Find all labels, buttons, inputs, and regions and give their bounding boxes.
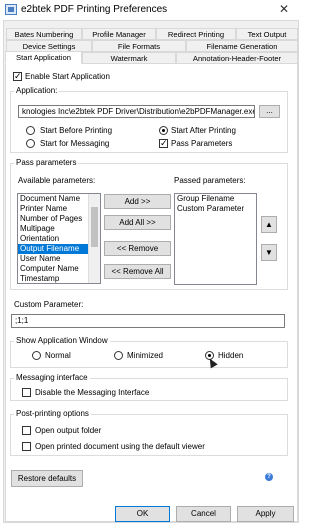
passed-parameters-list[interactable]: Group Filename Custom Parameter xyxy=(174,193,257,285)
custom-parameter-input[interactable]: ;1;1 xyxy=(11,314,285,328)
start-for-messaging-radio[interactable] xyxy=(26,139,35,148)
application-group-label: Application: xyxy=(14,86,60,95)
window-title: e2btek PDF Printing Preferences xyxy=(21,4,168,15)
pass-parameters-group-label: Pass parameters xyxy=(14,158,79,167)
remove-all-button[interactable]: << Remove All xyxy=(104,264,171,279)
minimized-label: Minimized xyxy=(127,351,164,360)
move-down-button[interactable]: ▼ xyxy=(261,244,277,261)
pass-parameters-checkbox[interactable] xyxy=(159,138,168,148)
list-item[interactable]: Group Filename xyxy=(175,194,256,204)
move-up-button[interactable]: ▲ xyxy=(261,216,277,233)
open-output-folder-label: Open output folder xyxy=(35,426,102,435)
messaging-group-label: Messaging interface xyxy=(14,373,90,382)
open-printed-document-label: Open printed document using the default … xyxy=(35,442,205,451)
tab-bates-numbering[interactable]: Bates Numbering xyxy=(6,28,82,40)
tab-start-application[interactable]: Start Application xyxy=(5,51,82,64)
custom-parameter-label: Custom Parameter: xyxy=(14,300,84,309)
available-list-scrollbar[interactable] xyxy=(88,194,100,283)
tab-filename-generation[interactable]: Filename Generation xyxy=(186,40,298,52)
open-output-folder-checkbox[interactable] xyxy=(22,426,31,435)
title-bar: e2btek PDF Printing Preferences ✕ xyxy=(0,0,302,20)
tab-profile-manager[interactable]: Profile Manager xyxy=(82,28,156,40)
passed-parameters-label: Passed parameters: xyxy=(174,176,246,185)
start-after-printing-radio[interactable] xyxy=(159,126,168,135)
scrollbar-thumb[interactable] xyxy=(91,207,98,247)
enable-start-application-checkbox[interactable] xyxy=(13,71,22,81)
start-for-messaging-label: Start for Messaging xyxy=(40,139,110,148)
application-path-input[interactable]: knologies Inc\e2btek PDF Driver\Distribu… xyxy=(18,105,255,118)
ok-button[interactable]: OK xyxy=(115,506,170,522)
list-item[interactable]: Custom Parameter xyxy=(175,204,256,214)
minimized-radio[interactable] xyxy=(114,351,123,360)
show-window-group-label: Show Application Window xyxy=(14,336,110,345)
remove-button[interactable]: << Remove xyxy=(104,241,171,256)
tab-redirect-printing[interactable]: Redirect Printing xyxy=(156,28,236,40)
close-icon[interactable]: ✕ xyxy=(279,2,289,16)
start-before-printing-label: Start Before Printing xyxy=(40,126,113,135)
start-before-printing-radio[interactable] xyxy=(26,126,35,135)
app-icon xyxy=(5,4,17,15)
enable-start-application-label: Enable Start Application xyxy=(25,72,110,81)
normal-label: Normal xyxy=(45,351,71,360)
pass-parameters-label: Pass Parameters xyxy=(171,139,233,148)
apply-button[interactable]: Apply xyxy=(237,506,294,522)
browse-button[interactable]: ... xyxy=(259,105,280,118)
help-icon[interactable]: ? xyxy=(265,473,273,481)
available-parameters-label: Available parameters: xyxy=(18,176,96,185)
hidden-label: Hidden xyxy=(218,351,244,360)
open-printed-document-checkbox[interactable] xyxy=(22,442,31,451)
normal-radio[interactable] xyxy=(32,351,41,360)
tab-text-output[interactable]: Text Output xyxy=(236,28,298,40)
add-all-button[interactable]: Add All >> xyxy=(104,215,171,230)
restore-defaults-button[interactable]: Restore defaults xyxy=(11,470,83,487)
disable-messaging-label: Disable the Messaging Interface xyxy=(35,388,150,397)
disable-messaging-checkbox[interactable] xyxy=(22,388,31,397)
post-printing-group-label: Post-printing options xyxy=(14,409,91,418)
cancel-button[interactable]: Cancel xyxy=(176,506,231,522)
start-after-printing-label: Start After Printing xyxy=(171,126,236,135)
tab-file-formats[interactable]: File Formats xyxy=(92,40,186,52)
add-button[interactable]: Add >> xyxy=(104,194,171,209)
